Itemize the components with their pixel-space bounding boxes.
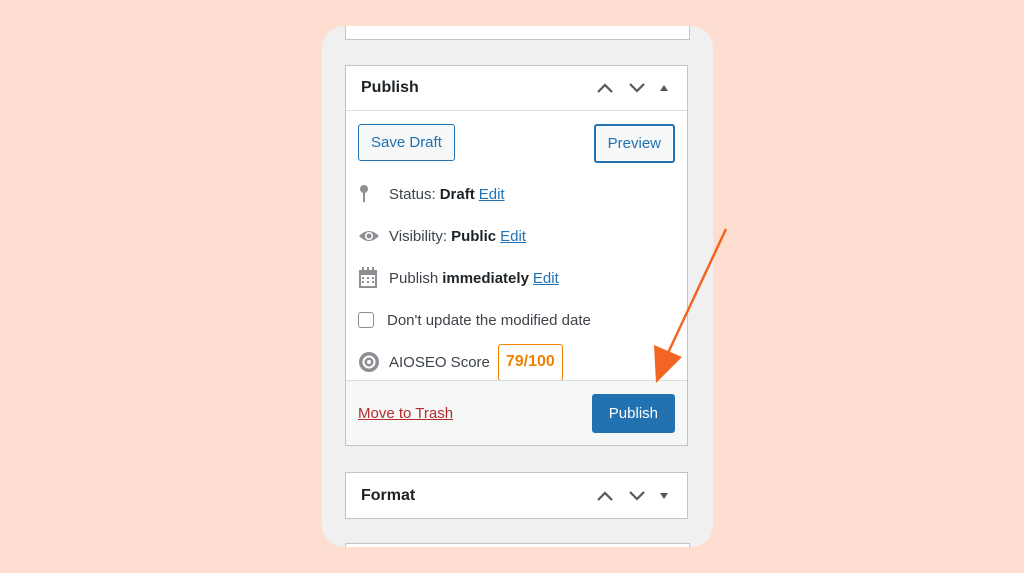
publish-button[interactable]: Publish (591, 393, 675, 433)
pin-icon (358, 183, 384, 205)
schedule-value: immediately (442, 269, 529, 287)
format-move-down-button[interactable] (621, 481, 653, 511)
publish-actions: Move to Trash Publish (346, 380, 687, 445)
publish-metabox: Publish Save Draft Preview Status: Draft… (345, 65, 688, 446)
publish-title: Publish (361, 79, 419, 96)
visibility-label: Visibility: (389, 227, 448, 245)
edit-status-link[interactable]: Edit (479, 186, 505, 203)
format-move-up-button[interactable] (589, 481, 621, 511)
visibility-value: Public (451, 227, 497, 245)
dont-update-row: Don't update the modified date (358, 299, 675, 341)
pointer-arrow-icon (654, 228, 728, 383)
status-label: Status: (389, 185, 436, 203)
format-title: Format (361, 486, 416, 504)
publish-header: Publish (346, 66, 687, 111)
move-down-button[interactable] (621, 73, 653, 103)
triangle-toggle-icon (660, 492, 668, 499)
edit-schedule-link[interactable]: Edit (533, 270, 559, 287)
format-toggle-button[interactable] (653, 481, 675, 511)
schedule-label: Publish (389, 269, 439, 287)
visibility-row: Visibility: Public Edit (358, 215, 675, 257)
aioseo-label: AIOSEO Score (389, 353, 490, 371)
chevron-down-icon (629, 83, 645, 93)
aioseo-score-badge[interactable]: 79/100 (497, 343, 563, 381)
format-metabox: Format (345, 472, 688, 519)
triangle-toggle-icon (660, 85, 668, 91)
dont-update-label: Don't update the modified date (387, 311, 591, 329)
calendar-icon (358, 267, 384, 289)
format-header: Format (346, 473, 687, 518)
eye-icon (358, 225, 384, 247)
gear-icon (358, 351, 384, 373)
previous-metabox (345, 26, 690, 40)
dont-update-checkbox[interactable] (358, 312, 374, 328)
preview-button[interactable]: Preview (593, 124, 675, 163)
move-up-button[interactable] (589, 73, 621, 103)
schedule-row: Publish immediately Edit (358, 257, 675, 299)
status-value: Draft (439, 185, 475, 203)
aioseo-row: AIOSEO Score 79/100 (358, 341, 675, 383)
move-to-trash-link[interactable]: Move to Trash (358, 405, 453, 422)
chevron-down-icon (629, 490, 645, 501)
edit-visibility-link[interactable]: Edit (500, 228, 526, 245)
save-draft-button[interactable]: Save Draft (358, 124, 455, 161)
chevron-up-icon (597, 83, 613, 93)
toggle-panel-button[interactable] (653, 73, 675, 103)
status-row: Status: Draft Edit (358, 173, 675, 215)
chevron-up-icon (597, 490, 613, 501)
next-metabox (345, 543, 690, 547)
